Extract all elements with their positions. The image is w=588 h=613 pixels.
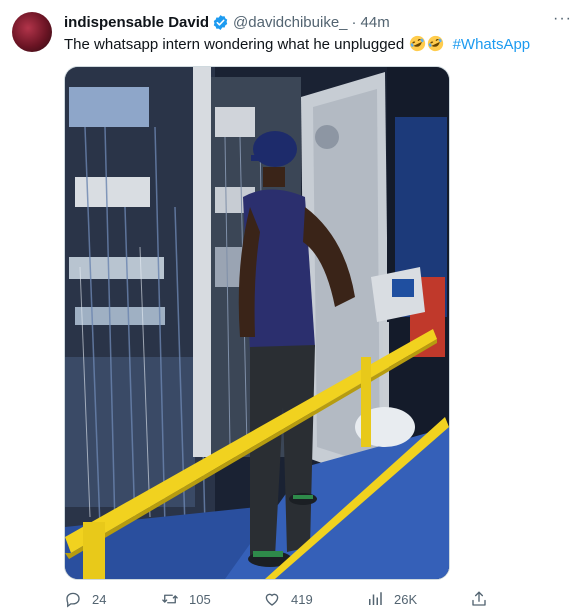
server-room-photo <box>65 67 449 579</box>
share-icon <box>472 591 486 606</box>
retweet-icon <box>162 594 178 604</box>
reply-button[interactable]: 24 <box>64 590 106 608</box>
author-name[interactable]: indispensable David <box>64 14 209 31</box>
like-count: 419 <box>291 591 313 607</box>
separator-dot: · <box>351 13 357 31</box>
rolling-on-floor-laughing-emoji-icon <box>428 35 444 52</box>
author-handle[interactable]: @davidchibuike_ <box>233 14 347 31</box>
more-icon[interactable]: ··· <box>553 10 572 28</box>
share-button[interactable] <box>470 590 498 608</box>
retweet-count: 105 <box>189 591 211 607</box>
tweet-image[interactable] <box>64 66 450 580</box>
retweet-button[interactable]: 105 <box>161 590 211 608</box>
tweet-header: indispensable David @davidchibuike_ · 44… <box>64 12 568 32</box>
hashtag-link[interactable]: #WhatsApp <box>453 36 531 53</box>
verified-badge-icon <box>213 14 228 30</box>
avatar[interactable] <box>12 12 52 52</box>
tweet-text: The whatsapp intern wondering what he un… <box>64 35 530 55</box>
tweet-body: The whatsapp intern wondering what he un… <box>64 36 405 53</box>
views-count: 26K <box>394 591 418 607</box>
tweet-actions: 24 105 419 26K <box>64 590 524 612</box>
like-icon <box>265 593 279 606</box>
tweet-timestamp[interactable]: 44m <box>361 14 390 31</box>
reply-count: 24 <box>92 591 107 607</box>
rolling-on-floor-laughing-emoji-icon <box>410 35 426 52</box>
like-button[interactable]: 419 <box>263 590 313 608</box>
views-icon <box>369 592 382 605</box>
views-button[interactable]: 26K <box>366 590 417 608</box>
reply-icon <box>66 592 80 608</box>
